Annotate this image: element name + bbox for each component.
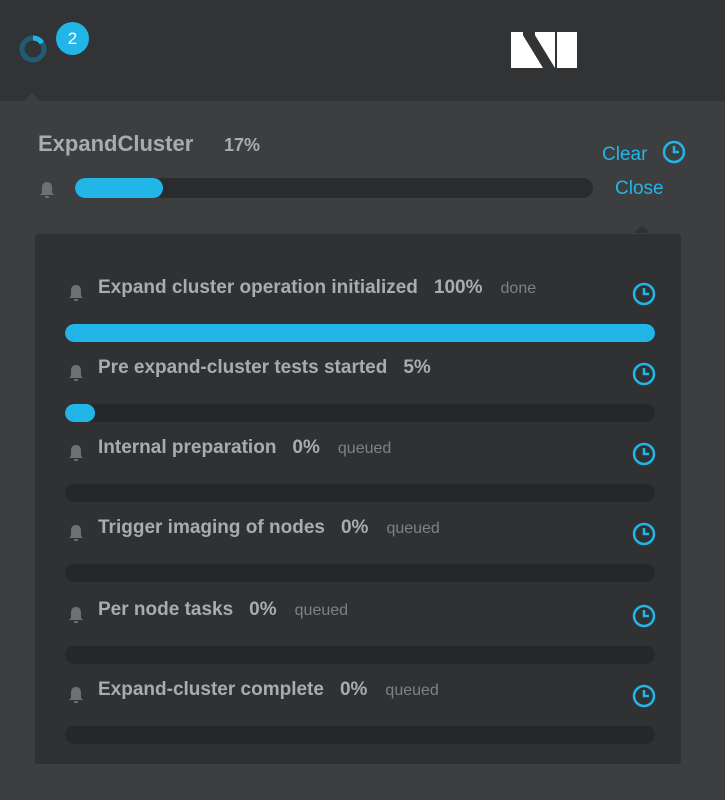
subtask-label-group: Trigger imaging of nodes 0% queued: [98, 517, 440, 539]
subtask-name: Trigger imaging of nodes: [98, 517, 325, 538]
clock-icon[interactable]: [632, 442, 656, 466]
subtask-name: Expand cluster operation initialized: [98, 277, 418, 298]
subtask-percent: 100%: [433, 277, 483, 298]
panel-pointer: [634, 225, 650, 233]
subtask-percent: 5%: [403, 357, 431, 378]
subtask-name: Expand-cluster complete: [98, 679, 324, 700]
subtask-row: Per node tasks 0% queued: [35, 566, 681, 664]
subtask-label-group: Per node tasks 0% queued: [98, 599, 348, 621]
clock-icon[interactable]: [632, 604, 656, 628]
subtask-label-group: Expand-cluster complete 0% queued: [98, 679, 439, 701]
subtask-row: Pre expand-cluster tests started 5%: [35, 324, 681, 422]
subtask-status: queued: [386, 520, 440, 537]
subtask-label-group: Expand cluster operation initialized 100%…: [98, 277, 536, 299]
bell-icon: [69, 607, 83, 623]
bell-icon: [69, 445, 83, 461]
subtask-label-group: Pre expand-cluster tests started 5%: [98, 357, 449, 379]
bell-icon: [69, 285, 83, 301]
subtask-label-group: Internal preparation 0% queued: [98, 437, 391, 459]
subtask-status: queued: [294, 602, 349, 619]
subtask-panel: Expand cluster operation initialized 100%…: [35, 234, 681, 764]
subtask-name: Pre expand-cluster tests started: [98, 357, 388, 378]
clock-icon[interactable]: [632, 522, 656, 546]
task-progress-bar: [75, 178, 593, 198]
subtask-row: Expand-cluster complete 0% queued: [35, 646, 681, 744]
subtask-percent: 0%: [249, 599, 277, 620]
subtask-progress-bar: [65, 726, 655, 744]
bell-icon: [40, 182, 54, 198]
subtask-percent: 0%: [292, 437, 320, 458]
subtask-status: queued: [385, 682, 439, 699]
close-button[interactable]: Close: [615, 178, 664, 200]
task-percent: 17%: [224, 135, 261, 155]
task-progress-fill: [75, 178, 164, 198]
progress-ring-icon[interactable]: [19, 35, 47, 63]
clear-button[interactable]: Clear: [602, 144, 647, 166]
clock-icon[interactable]: [632, 362, 656, 386]
subtask-name: Per node tasks: [98, 599, 234, 620]
clock-icon[interactable]: [632, 282, 656, 306]
subtask-percent: 0%: [340, 517, 369, 538]
task-title: ExpandCluster: [38, 131, 194, 156]
subtask-percent: 0%: [339, 679, 368, 700]
subtask-name: Internal preparation: [98, 437, 277, 458]
top-bar: 2: [0, 0, 725, 101]
nutanix-logo: [511, 32, 577, 68]
subtask-row: Expand cluster operation initialized 100%…: [35, 244, 681, 342]
clock-icon[interactable]: [662, 140, 686, 164]
bell-icon: [69, 365, 83, 381]
subtask-status: queued: [337, 440, 392, 457]
bell-icon: [69, 525, 83, 541]
dropdown-pointer: [24, 93, 40, 101]
subtask-row: Internal preparation 0% queued: [35, 404, 681, 502]
subtask-status: done: [500, 280, 537, 297]
bell-icon: [69, 687, 83, 703]
notification-count-badge[interactable]: 2: [56, 22, 89, 55]
clock-icon[interactable]: [632, 684, 656, 708]
subtask-row: Trigger imaging of nodes 0% queued: [35, 484, 681, 582]
